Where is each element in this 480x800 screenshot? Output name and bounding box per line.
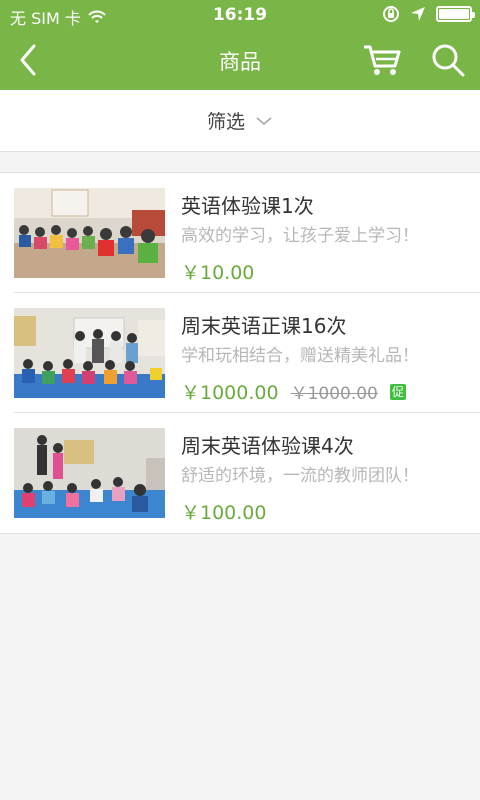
product-item[interactable]: 周末英语正课16次 学和玩相结合，赠送精美礼品！ ￥1000.00 ￥1000.… xyxy=(14,293,480,413)
product-description: 学和玩相结合，赠送精美礼品！ xyxy=(181,346,419,366)
page-title: 商品 xyxy=(219,50,261,74)
cart-icon[interactable] xyxy=(362,42,402,78)
filter-bar[interactable]: 筛选 xyxy=(0,90,480,152)
product-description: 高效的学习，让孩子爱上学习！ xyxy=(181,226,419,246)
location-icon xyxy=(411,7,425,21)
price-row: ￥100.00 xyxy=(181,498,470,525)
product-info: 英语体验课1次 高效的学习，让孩子爱上学习！ ￥10.00 xyxy=(181,191,470,285)
battery-icon xyxy=(436,6,475,22)
nav-bar: 商品 xyxy=(0,30,480,90)
product-image xyxy=(14,428,165,518)
promo-badge: 促 xyxy=(389,383,406,400)
price-row: ￥10.00 xyxy=(181,258,470,285)
product-description: 舒适的环境，一流的教师团队！ xyxy=(181,466,419,486)
original-price: ￥1000.00 xyxy=(290,384,378,404)
product-item[interactable]: 英语体验课1次 高效的学习，让孩子爱上学习！ ￥10.00 xyxy=(14,173,480,293)
product-name: 英语体验课1次 xyxy=(181,194,314,218)
filter-label: 筛选 xyxy=(206,111,245,133)
product-info: 周末英语体验课4次 舒适的环境，一流的教师团队！ ￥100.00 xyxy=(181,431,470,525)
product-name: 周末英语正课16次 xyxy=(181,314,347,338)
product-image xyxy=(14,188,165,278)
product-price: ￥10.00 xyxy=(181,262,255,284)
product-price: ￥100.00 xyxy=(181,502,267,524)
product-list: 英语体验课1次 高效的学习，让孩子爱上学习！ ￥10.00 周末英语正课16次 … xyxy=(0,172,480,534)
product-name: 周末英语体验课4次 xyxy=(181,434,354,458)
status-bar: 无 SIM 卡 16:19 xyxy=(0,0,480,30)
orientation-lock-icon xyxy=(383,6,399,22)
product-price: ￥1000.00 xyxy=(181,382,279,404)
status-indicators xyxy=(382,5,475,23)
price-row: ￥1000.00 ￥1000.00 促 xyxy=(181,378,470,405)
product-info: 周末英语正课16次 学和玩相结合，赠送精美礼品！ ￥1000.00 ￥1000.… xyxy=(181,311,470,405)
product-item[interactable]: 周末英语体验课4次 舒适的环境，一流的教师团队！ ￥100.00 xyxy=(14,413,480,533)
product-image xyxy=(14,308,165,398)
search-icon[interactable] xyxy=(430,42,466,78)
chevron-down-icon xyxy=(256,116,272,125)
